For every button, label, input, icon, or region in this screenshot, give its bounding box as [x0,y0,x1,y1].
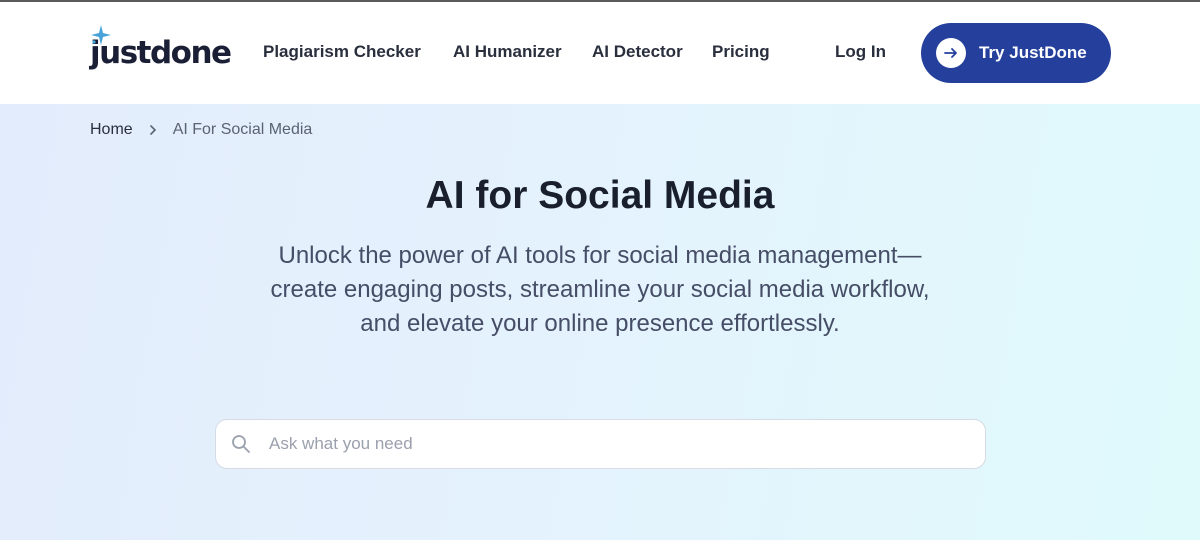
sparkle-icon [91,25,111,45]
try-justdone-button[interactable]: Try JustDone [921,23,1111,83]
breadcrumb: Home AI For Social Media [90,121,312,139]
site-header: justdone Plagiarism Checker AI Humanizer… [0,2,1200,104]
page-subtitle: Unlock the power of AI tools for social … [270,242,930,337]
hero-section: Home AI For Social Media AI for Social M… [0,104,1200,540]
nav-pricing[interactable]: Pricing [712,42,770,62]
chevron-right-icon [148,124,158,136]
nav-plagiarism-checker[interactable]: Plagiarism Checker [263,42,421,62]
try-justdone-label: Try JustDone [979,43,1087,62]
search-input[interactable] [269,429,949,459]
breadcrumb-current: AI For Social Media [172,121,313,138]
login-link[interactable]: Log In [835,42,886,62]
page-title: AI for Social Media [425,174,775,217]
search-icon [232,435,250,453]
nav-ai-detector[interactable]: AI Detector [592,42,683,62]
arrow-right-icon [936,38,966,68]
search-box[interactable] [215,419,986,469]
breadcrumb-home[interactable]: Home [90,121,133,139]
brand-logo[interactable]: justdone [90,25,240,76]
nav-ai-humanizer[interactable]: AI Humanizer [453,42,562,62]
